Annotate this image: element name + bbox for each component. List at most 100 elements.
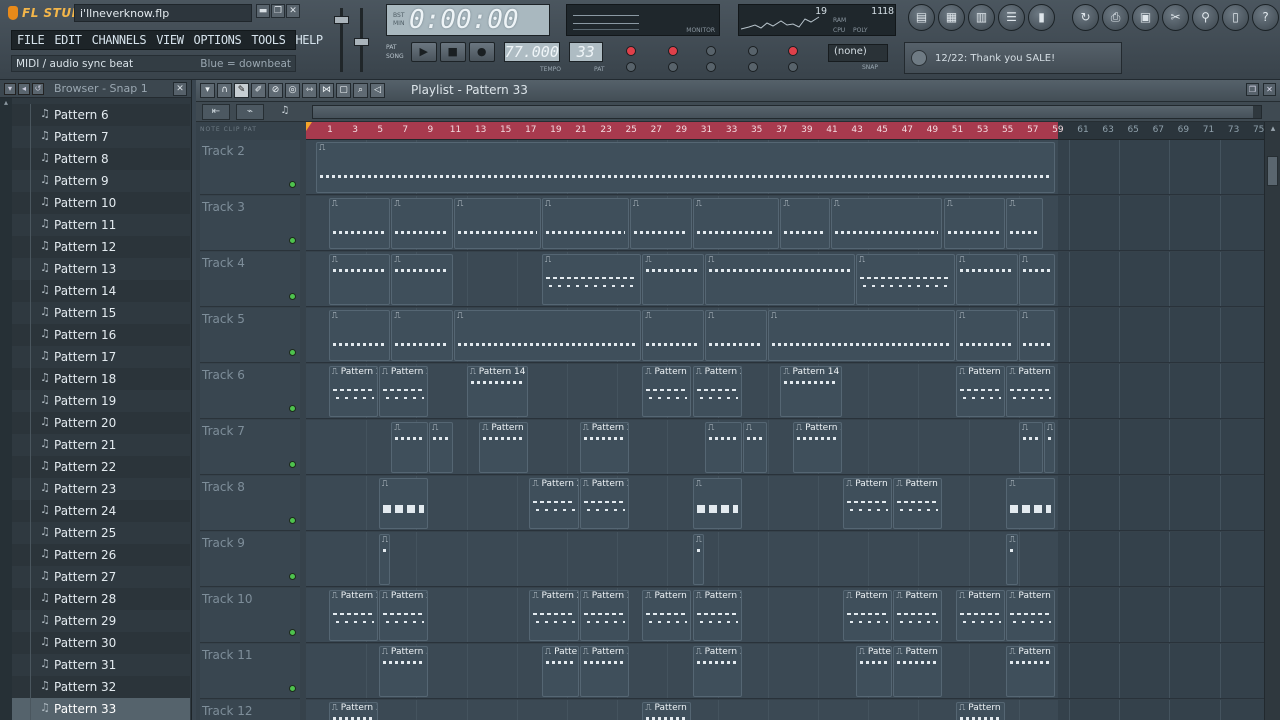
pattern-number-display[interactable]: 33 [568,42,603,62]
pattern-clip[interactable]: Pattern 29 [956,590,1006,641]
pattern-clip[interactable] [692,198,780,249]
pattern-clip[interactable] [705,254,855,305]
cut-icon[interactable]: ✂ [1162,4,1189,31]
pattern-clip[interactable] [855,254,956,305]
track-header[interactable]: Track 4 [200,252,300,307]
waveform-monitor[interactable]: MONITOR [566,4,720,36]
track-mute-led[interactable] [289,573,296,580]
pattern-clip[interactable]: Pattern 20 [479,422,529,473]
track-header[interactable]: Track 8 [200,476,300,531]
pattern-clip[interactable] [956,310,1018,361]
track-lane[interactable]: Pattern 30 Pattern 30 Pattern 30 Pattern 30… [306,644,1264,699]
horizontal-scroll-thumb[interactable] [313,106,1253,118]
track-mute-led[interactable] [289,461,296,468]
pattern-clip[interactable]: Pattern 30 [692,646,742,697]
pattern-clip[interactable]: Pattern 29 [843,590,893,641]
note-icon[interactable]: ♫ [272,104,298,120]
pattern-clip[interactable] [541,254,642,305]
track-header[interactable]: Track 3 [200,196,300,251]
pattern-clip[interactable] [328,198,391,249]
pattern-clip[interactable]: Pattern 29 [328,590,378,641]
pattern-clip[interactable] [780,198,830,249]
browser-item[interactable]: ♫ Pattern 25 [12,522,190,544]
pattern-clip[interactable]: Pattern 27 [843,478,893,529]
track-header[interactable]: Track 11 [200,644,300,699]
pattern-clip[interactable] [541,198,629,249]
tempo-display[interactable]: 77.000 [503,42,560,62]
scroll-up-icon[interactable]: ▴ [0,98,12,112]
pattern-clip[interactable]: Pattern 30 [541,646,579,697]
pattern-clip[interactable]: Pattern 30 [579,646,629,697]
pattern-clip[interactable] [391,422,428,473]
maximize-icon[interactable]: ❐ [1246,83,1259,96]
export-icon[interactable]: ▣ [1132,4,1159,31]
toggle-step-edit[interactable] [626,62,636,72]
pattern-clip[interactable]: Pattern 28 [328,366,378,417]
pattern-clip[interactable]: Pattern 30 [855,646,893,697]
track-header[interactable]: Track 10 [200,588,300,643]
pattern-clip[interactable] [1006,198,1043,249]
pattern-clip[interactable]: Pattern 29 [579,590,629,641]
timeline-ruler[interactable]: 1 3 5 7 9 11 13 15 17 19 21 23 25 27 29 31 33 35 37 39 41 43 4… [306,122,1264,140]
toggle-metronome[interactable] [788,62,798,72]
track-header[interactable]: Track 9 [200,532,300,587]
pattern-clip[interactable] [454,310,642,361]
pattern-clip[interactable] [956,254,1018,305]
browser-icon[interactable]: ☰ [998,4,1025,31]
toggle-typing-keyboard[interactable] [626,46,636,56]
pattern-clip[interactable] [1006,534,1018,585]
snap-selector[interactable]: (none) [828,44,888,62]
track-lane[interactable] [306,140,1264,195]
track-mute-led[interactable] [289,685,296,692]
pattern-clip[interactable] [767,310,956,361]
mute-tool-icon[interactable]: ◎ [285,83,300,98]
track-header[interactable]: Track 7 [200,420,300,475]
time-display[interactable]: BST MIN 0:00:00 [386,4,550,36]
playlist-menu-icon[interactable]: ▾ [200,83,215,98]
pattern-clip[interactable] [705,310,767,361]
vertical-scroll-thumb[interactable] [1267,156,1278,186]
record-button[interactable]: ● [468,42,495,62]
pattern-clip[interactable] [742,422,767,473]
track-lane[interactable]: Pattern 20 Pattern 20 Pattern 20 [306,420,1264,475]
track-lane[interactable]: Pattern 29 Pattern 29 Pattern 29 Pattern 29… [306,588,1264,643]
menu-help[interactable]: HELP [290,33,327,47]
pattern-clip[interactable] [1043,422,1056,473]
browser-item[interactable]: ♫ Pattern 15 [12,302,190,324]
track-mute-led[interactable] [289,293,296,300]
playlist-title[interactable]: Playlist - Pattern 33 [411,83,528,97]
pattern-clip[interactable] [454,198,541,249]
toggle-overdub[interactable] [706,46,716,56]
browser-title[interactable]: Browser - Snap 1 [54,82,171,95]
browser-menu-icon[interactable]: ▾ [4,82,16,95]
track-header[interactable]: Track 6 [200,364,300,419]
browser-item[interactable]: ♫ Pattern 23 [12,478,190,500]
track-mute-led[interactable] [289,349,296,356]
pattern-clip[interactable]: Pattern 30 [893,646,943,697]
track-lane[interactable] [306,196,1264,251]
browser-item[interactable]: ♫ Pattern 33 [12,698,190,720]
pattern-clip[interactable]: Pattern 14 [780,366,843,417]
pattern-clip[interactable]: Pattern 29 [642,590,692,641]
browser-item[interactable]: ♫ Pattern 14 [12,280,190,302]
pat-song-switch[interactable]: PAT SONG [386,43,404,61]
browser-item[interactable]: ♫ Pattern 24 [12,500,190,522]
browser-item[interactable]: ♫ Pattern 7 [12,126,190,148]
browser-item[interactable]: ♫ Pattern 27 [12,566,190,588]
track-header[interactable]: Track 5 [200,308,300,363]
pattern-clip[interactable] [642,254,705,305]
pattern-clip[interactable]: Pattern 27 [893,478,943,529]
pattern-clip[interactable] [830,198,943,249]
arrangement-icon[interactable]: ⇤ [202,104,230,120]
play-button[interactable]: ▶ [410,42,437,62]
pattern-clip[interactable]: Pattern 31 [642,702,692,720]
toggle-wait[interactable] [668,62,678,72]
mixer-icon[interactable]: ▮ [1028,4,1055,31]
browser-item[interactable]: ♫ Pattern 13 [12,258,190,280]
pattern-clip[interactable] [391,310,454,361]
browser-item[interactable]: ♫ Pattern 20 [12,412,190,434]
pattern-clip[interactable] [692,534,705,585]
pattern-clip[interactable]: Pattern 28 [1006,366,1056,417]
close-icon[interactable]: ✕ [286,4,300,18]
pattern-clip[interactable]: Pattern 28 [956,366,1006,417]
